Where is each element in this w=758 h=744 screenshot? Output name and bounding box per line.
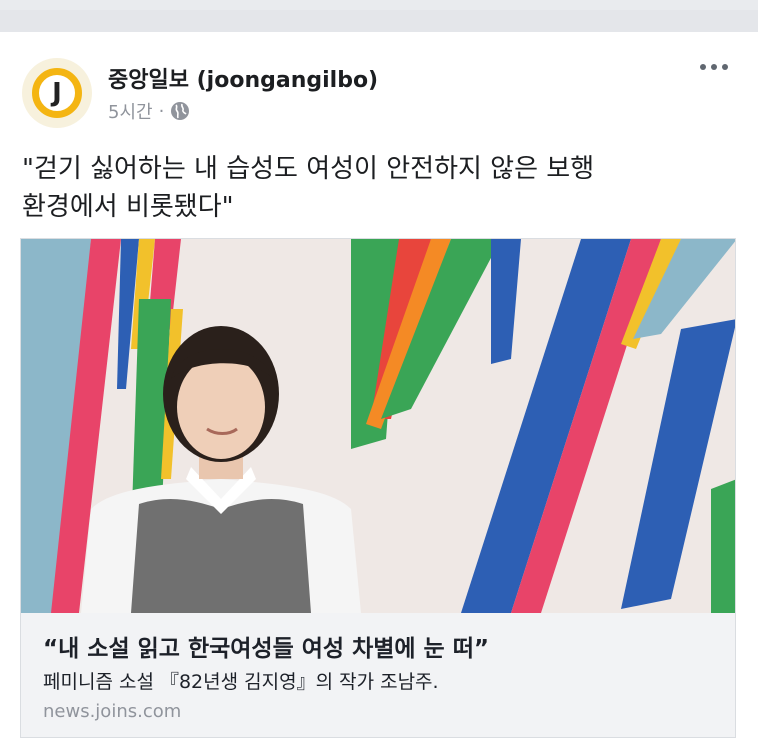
post-text: "걷기 싫어하는 내 습성도 여성이 안전하지 않은 보행 환경에서 비롯됐다" <box>22 150 722 226</box>
link-preview-card[interactable]: “내 소설 읽고 한국여성들 여성 차별에 눈 떠” 페미니즘 소설 『82년생… <box>20 238 736 738</box>
link-preview-image[interactable] <box>21 239 736 613</box>
link-title[interactable]: “내 소설 읽고 한국여성들 여성 차별에 눈 떠” <box>43 629 489 663</box>
post-meta: 5시간 · <box>108 98 190 124</box>
post-card: J 중앙일보 (joongangilbo) 5시간 · "걷기 싫어하는 내 습… <box>0 32 758 744</box>
more-options-icon[interactable] <box>700 64 728 70</box>
avatar-ring: J <box>32 68 82 118</box>
page-name-link[interactable]: 중앙일보 (joongangilbo) <box>108 62 378 94</box>
link-domain: news.joins.com <box>43 701 182 722</box>
globe-icon[interactable] <box>170 101 190 121</box>
post-text-line-1: "걷기 싫어하는 내 습성도 여성이 안전하지 않은 보행 <box>22 154 595 184</box>
avatar-letter: J <box>52 78 62 108</box>
meta-separator: · <box>158 100 165 122</box>
post-time[interactable]: 5시간 <box>108 98 153 124</box>
page-avatar[interactable]: J <box>22 58 92 128</box>
link-description: 페미니즘 소설 『82년생 김지영』의 작가 조남주. <box>43 671 439 693</box>
link-info[interactable]: “내 소설 읽고 한국여성들 여성 차별에 눈 떠” 페미니즘 소설 『82년생… <box>21 613 735 737</box>
post-text-line-2: 환경에서 비롯됐다" <box>22 192 234 222</box>
feed-background-strip <box>0 0 758 32</box>
